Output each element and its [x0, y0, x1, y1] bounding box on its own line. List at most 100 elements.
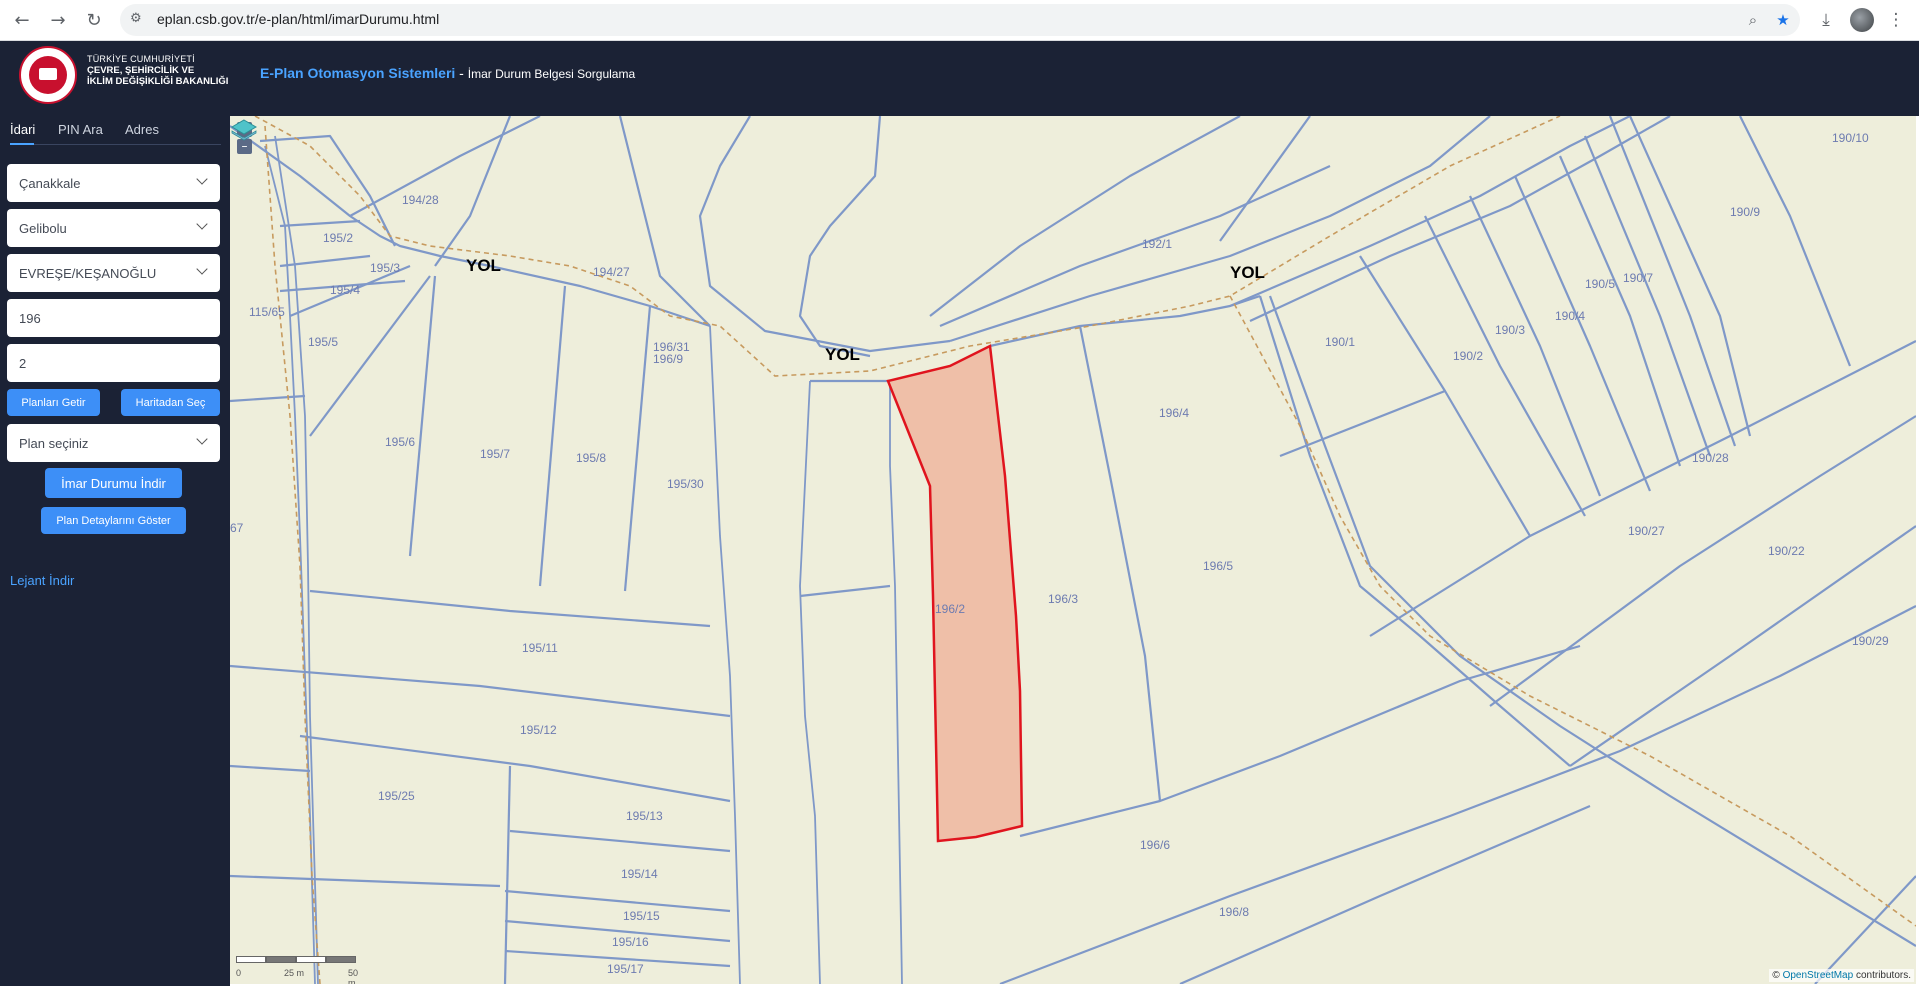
parcel-label: 194/27 [593, 265, 630, 279]
chevron-down-icon [196, 433, 208, 445]
get-plans-button[interactable]: Planları Getir [7, 389, 100, 416]
neighborhood-value: EVREŞE/KEŞANOĞLU [19, 265, 157, 281]
parcel-label: 195/13 [626, 809, 663, 823]
parcel-label: 195/4 [330, 283, 360, 297]
page-title: E-Plan Otomasyon Sistemleri - İmar Durum… [260, 65, 635, 81]
plan-select-value: Plan seçiniz [19, 435, 89, 451]
parcel-label: 115/65 [249, 305, 285, 319]
parcel-label: 190/29 [1852, 634, 1889, 648]
bookmark-star-icon[interactable]: ★ [1772, 9, 1794, 31]
parcel-label: 190/5 [1585, 277, 1615, 291]
parcel-label: 192/1 [1142, 237, 1172, 251]
chevron-down-icon [196, 263, 208, 275]
parcel-label: 196/9 [653, 352, 683, 366]
parcel-label: 195/16 [612, 935, 649, 949]
selected-parcel-196-2[interactable] [886, 344, 1024, 843]
openstreetmap-link[interactable]: OpenStreetMap [1783, 970, 1854, 981]
parcel-label: 196/2 [935, 602, 965, 616]
title-separator: - [455, 65, 468, 81]
parcel-input[interactable]: 2 [7, 344, 220, 382]
ministry-logo-icon [19, 46, 77, 104]
plan-details-button[interactable]: Plan Detaylarını Göster [41, 507, 186, 534]
app-name: E-Plan Otomasyon Sistemleri [260, 65, 456, 81]
parcel-label: 196/4 [1159, 406, 1189, 420]
download-zoning-button[interactable]: İmar Durumu İndir [45, 468, 182, 498]
block-input[interactable]: 196 [7, 299, 220, 337]
parcel-label: 195/12 [520, 723, 557, 737]
forward-icon[interactable]: → [44, 6, 72, 34]
parcel-label: 67 [230, 521, 244, 535]
scale-label-0: 0 [236, 968, 242, 978]
download-icon[interactable]: ⤓ [1814, 8, 1838, 32]
profile-avatar[interactable] [1850, 8, 1874, 32]
province-select[interactable]: Çanakkale [7, 164, 220, 202]
parcel-label: 190/1 [1325, 335, 1355, 349]
app-header: TÜRKİYE CUMHURİYETİ ÇEVRE, ŞEHİRCİLİK VE… [0, 41, 1919, 116]
parcel-label: 195/11 [522, 641, 558, 655]
parcel-label: 195/6 [385, 435, 415, 449]
tab-pin-ara[interactable]: PIN Ara [58, 122, 103, 137]
parcel-label: 194/28 [402, 193, 439, 207]
chevron-down-icon [196, 218, 208, 230]
parcel-label: 195/8 [576, 451, 606, 465]
back-icon[interactable]: ← [8, 6, 36, 34]
scale-label-50: 50 m [348, 968, 359, 984]
parcel-label: 190/2 [1453, 349, 1483, 363]
province-value: Çanakkale [19, 175, 81, 191]
attribution-prefix: © [1772, 970, 1783, 981]
logo-line-1: TÜRKİYE CUMHURİYETİ [87, 54, 195, 64]
url-text[interactable]: eplan.csb.gov.tr/e-plan/html/imarDurumu.… [157, 11, 439, 27]
parcel-label: 190/22 [1768, 544, 1805, 558]
site-settings-icon[interactable]: ⚙ [130, 11, 148, 29]
scale-bar: 0 25 m 50 m [236, 956, 366, 984]
district-value: Gelibolu [19, 220, 67, 236]
parcel-label: 196/5 [1203, 559, 1233, 573]
chevron-down-icon [196, 173, 208, 185]
layers-icon[interactable] [230, 116, 258, 144]
parcel-value: 2 [19, 355, 27, 371]
parcel-label: 190/3 [1495, 323, 1525, 337]
parcel-map-canvas[interactable]: YOL YOL YOL 194/28 195/2 195/3 195/4 195… [230, 116, 1916, 984]
road-label: YOL [1230, 263, 1265, 282]
select-from-map-button[interactable]: Haritadan Seç [121, 389, 220, 416]
neighborhood-select[interactable]: EVREŞE/KEŞANOĞLU [7, 254, 220, 292]
query-sidebar: İdari PIN Ara Adres Çanakkale Gelibolu E… [0, 116, 230, 986]
logo-line-2: ÇEVRE, ŞEHİRCİLİK VE [87, 65, 195, 76]
parcel-label: 195/30 [667, 477, 704, 491]
menu-kebab-icon[interactable]: ⋮ [1884, 8, 1908, 32]
logo-line-3: İKLİM DEĞİŞİKLİĞİ BAKANLIĞI [87, 76, 229, 87]
parcel-label: 195/2 [323, 231, 353, 245]
parcel-label: 190/10 [1832, 131, 1869, 145]
zoom-icon[interactable]: ⌕ [1742, 9, 1764, 31]
parcel-label: 190/27 [1628, 524, 1665, 538]
parcel-label: 195/15 [623, 909, 660, 923]
parcel-label: 196/3 [1048, 592, 1078, 606]
scale-label-25: 25 m [284, 968, 305, 978]
download-legend-link[interactable]: Lejant İndir [10, 573, 74, 588]
parcel-label: 195/7 [480, 447, 510, 461]
tab-adres[interactable]: Adres [125, 122, 159, 137]
parcel-map[interactable]: YOL YOL YOL 194/28 195/2 195/3 195/4 195… [230, 116, 1916, 984]
parcel-label: 195/14 [621, 867, 658, 881]
parcel-label: 196/8 [1219, 905, 1249, 919]
attribution-suffix: contributors. [1853, 970, 1911, 981]
address-bar[interactable]: ⚙ eplan.csb.gov.tr/e-plan/html/imarDurum… [120, 4, 1800, 36]
district-select[interactable]: Gelibolu [7, 209, 220, 247]
tab-divider [10, 144, 221, 145]
page-name: İmar Durum Belgesi Sorgulama [467, 67, 636, 81]
ministry-name: TÜRKİYE CUMHURİYETİ ÇEVRE, ŞEHİRCİLİK VE… [87, 54, 228, 87]
parcel-label: 190/7 [1623, 271, 1653, 285]
tab-idari[interactable]: İdari [10, 122, 35, 137]
parcel-label: 195/5 [308, 335, 338, 349]
block-value: 196 [19, 310, 41, 326]
tab-active-indicator [10, 143, 34, 145]
parcel-label: 190/9 [1730, 205, 1760, 219]
parcel-label: 195/3 [370, 261, 400, 275]
road-label: YOL [825, 345, 860, 364]
parcel-label: 195/17 [607, 962, 644, 976]
browser-toolbar: ← → ↻ ⚙ eplan.csb.gov.tr/e-plan/html/ima… [0, 0, 1919, 41]
plan-select[interactable]: Plan seçiniz [7, 424, 220, 462]
road-label: YOL [466, 256, 501, 275]
parcel-label: 190/28 [1692, 451, 1729, 465]
reload-icon[interactable]: ↻ [80, 6, 108, 34]
